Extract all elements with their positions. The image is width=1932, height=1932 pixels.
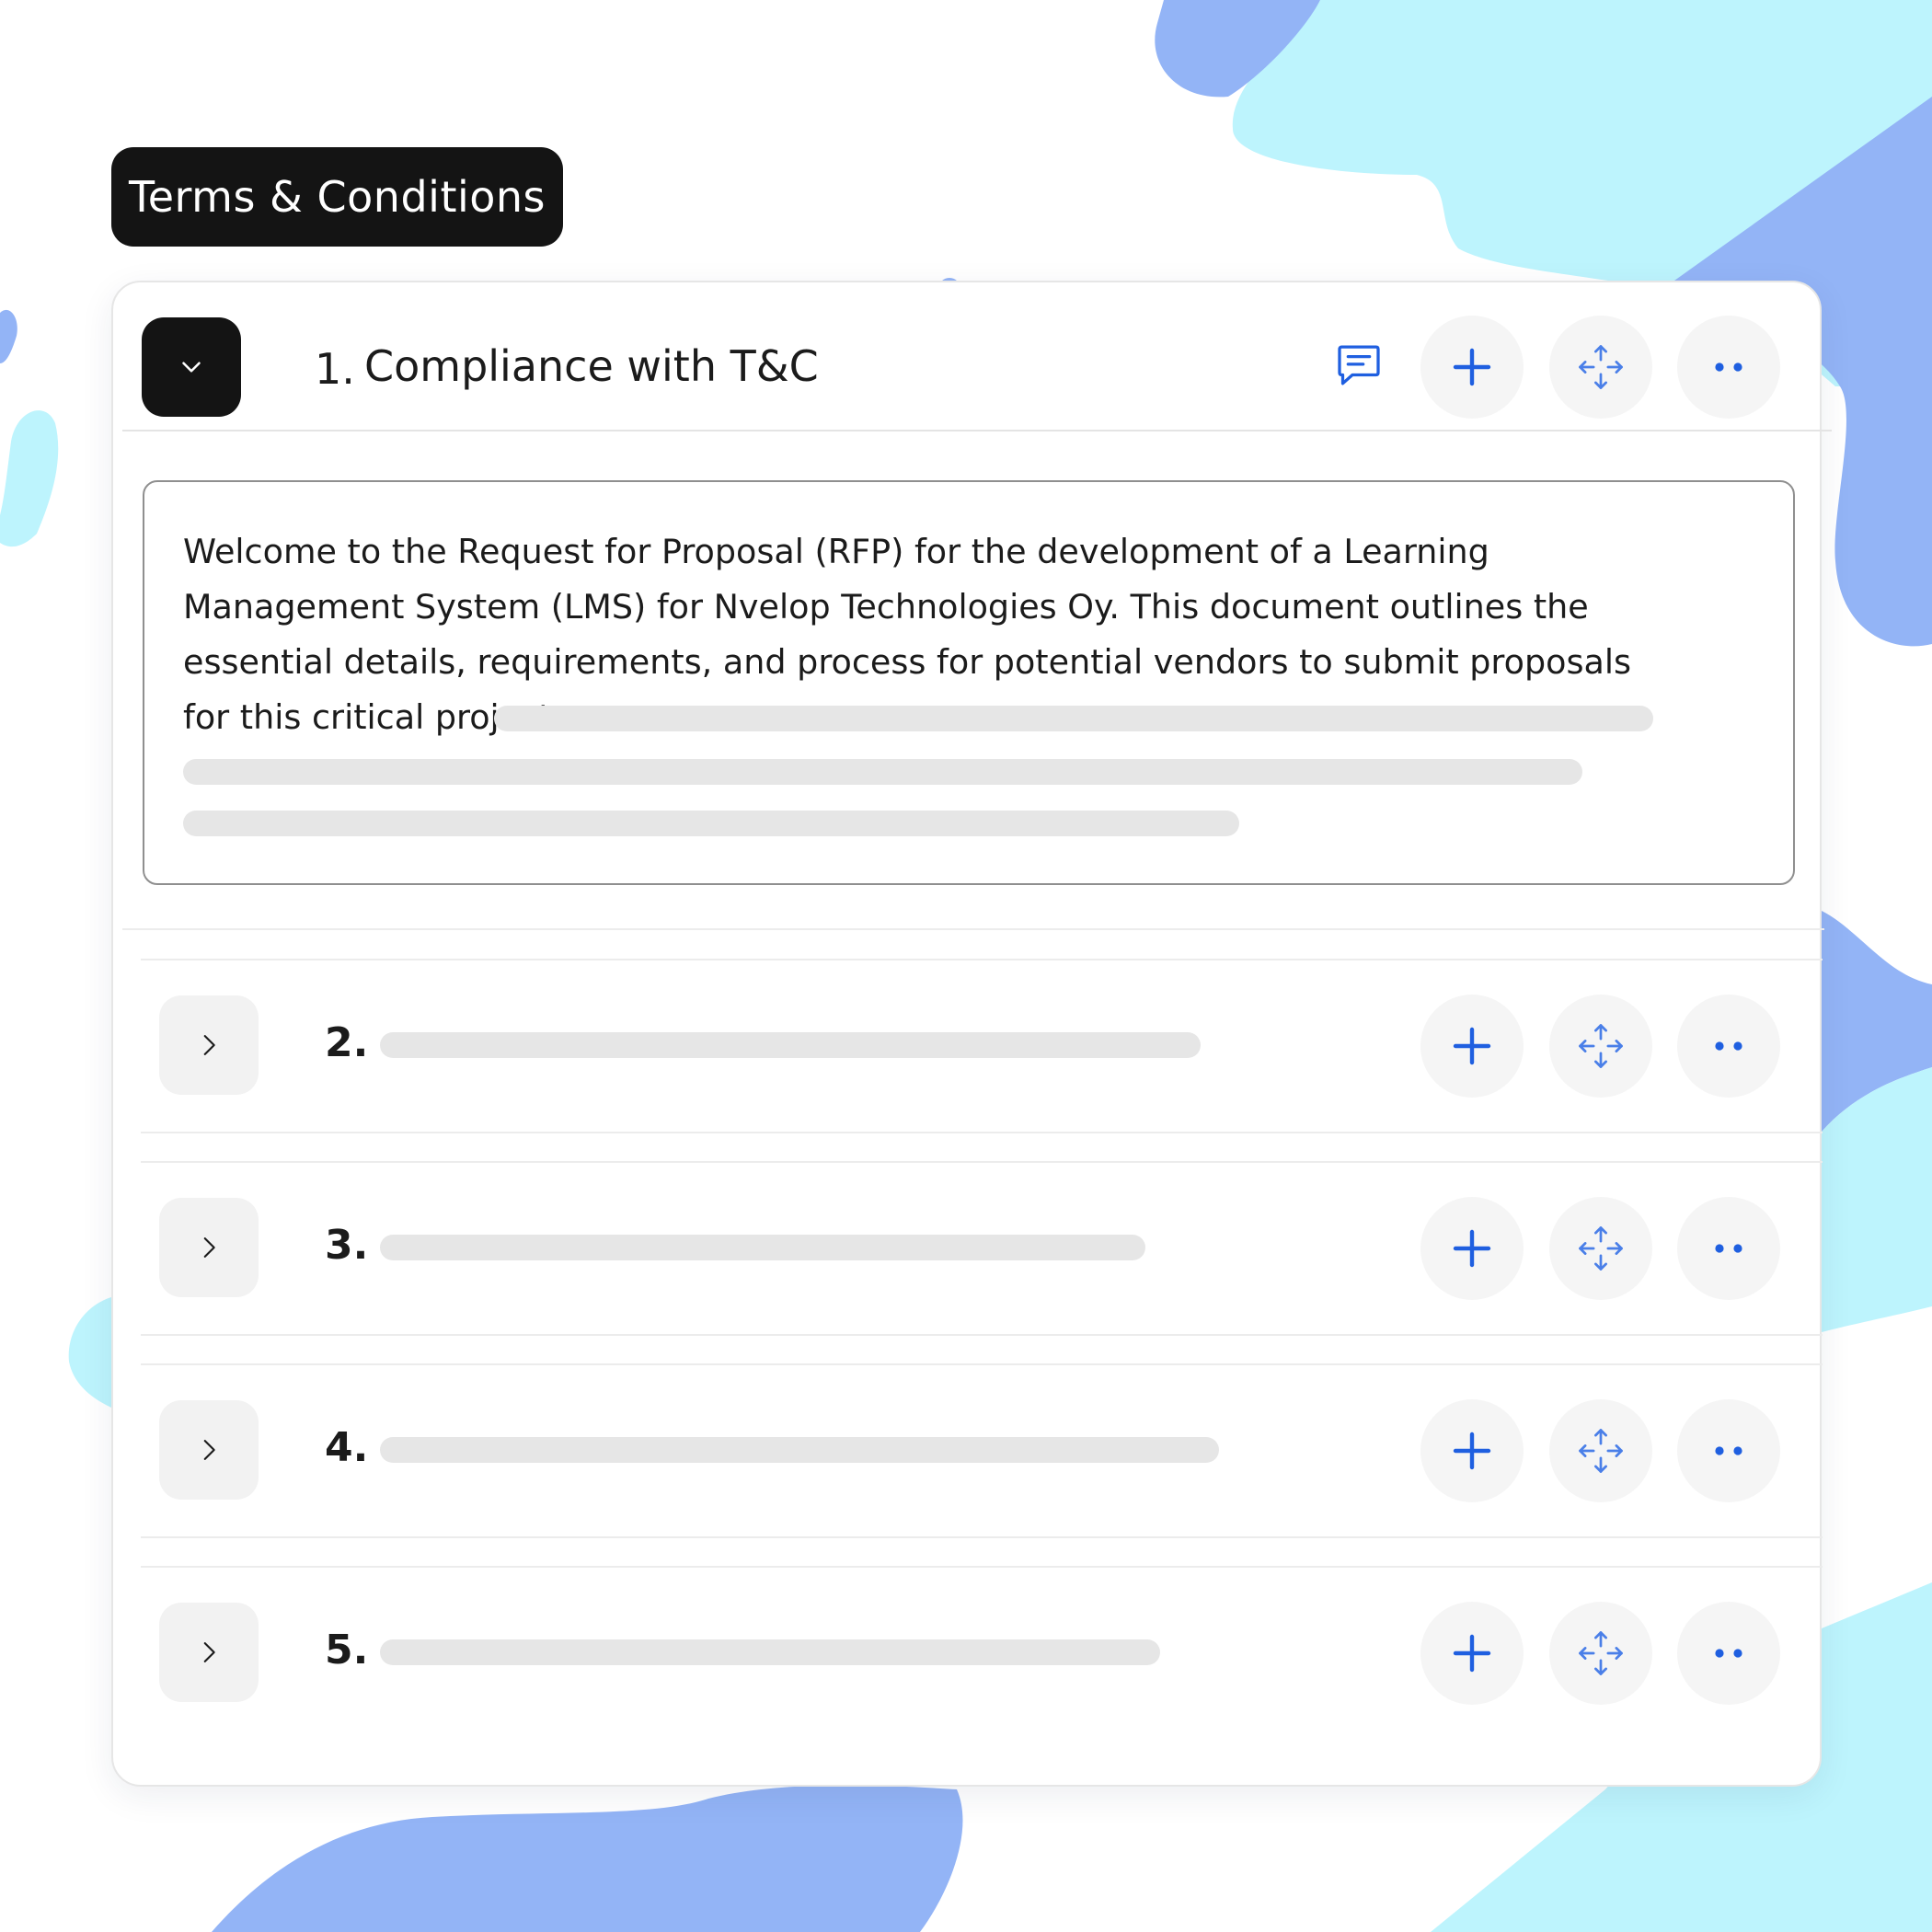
more-icon xyxy=(1715,1041,1742,1051)
more-options-button[interactable] xyxy=(1677,995,1780,1098)
text-placeholder-line xyxy=(183,759,1582,785)
move-button[interactable] xyxy=(1549,316,1652,419)
divider xyxy=(122,928,1824,930)
move-icon xyxy=(1579,1429,1623,1473)
chevron-down-icon xyxy=(182,362,201,373)
more-options-button[interactable] xyxy=(1677,1399,1780,1502)
more-icon xyxy=(1715,362,1742,372)
section-number: 4. xyxy=(325,1424,369,1471)
more-icon xyxy=(1715,1244,1742,1253)
comment-icon xyxy=(1338,345,1380,385)
chevron-right-icon xyxy=(203,1440,215,1460)
more-options-button[interactable] xyxy=(1677,316,1780,419)
text-placeholder-line xyxy=(494,706,1653,731)
add-button[interactable] xyxy=(1420,1399,1524,1502)
section-row: 4. xyxy=(141,1363,1823,1538)
chevron-right-icon xyxy=(203,1035,215,1055)
section-number: 5. xyxy=(325,1627,369,1673)
chevron-right-icon xyxy=(203,1642,215,1662)
move-icon xyxy=(1579,1024,1623,1068)
page-title: Terms & Conditions xyxy=(128,172,546,222)
comment-button[interactable] xyxy=(1328,335,1389,396)
expand-toggle-button[interactable] xyxy=(159,995,259,1095)
section-number: 2. xyxy=(325,1019,369,1066)
title-placeholder xyxy=(380,1235,1145,1260)
move-button[interactable] xyxy=(1549,1197,1652,1300)
page-title-chip: Terms & Conditions xyxy=(111,147,563,247)
plus-icon xyxy=(1453,1027,1491,1065)
title-placeholder xyxy=(380,1032,1201,1058)
move-icon xyxy=(1579,345,1623,389)
section-row: 5. xyxy=(141,1566,1823,1741)
expand-toggle-button[interactable] xyxy=(159,1198,259,1297)
more-options-button[interactable] xyxy=(1677,1197,1780,1300)
section-body-textbox[interactable]: Welcome to the Request for Proposal (RFP… xyxy=(143,480,1795,885)
add-button[interactable] xyxy=(1420,995,1524,1098)
chevron-right-icon xyxy=(203,1237,215,1258)
plus-icon xyxy=(1453,1229,1491,1268)
more-icon xyxy=(1715,1649,1742,1658)
section-number: 3. xyxy=(325,1222,369,1269)
cyan-blob-left xyxy=(0,410,59,547)
section-number: 1. xyxy=(315,344,355,394)
move-button[interactable] xyxy=(1549,1602,1652,1705)
section-1-header: 1. Compliance with T&C xyxy=(122,282,1832,431)
add-button[interactable] xyxy=(1420,1602,1524,1705)
title-placeholder xyxy=(380,1639,1160,1665)
expand-toggle-button[interactable] xyxy=(159,1603,259,1702)
plus-icon xyxy=(1453,1432,1491,1470)
section-title: Compliance with T&C xyxy=(364,341,819,391)
terms-card: 1. Compliance with T&C Welcome to the Re… xyxy=(111,281,1832,1787)
expand-toggle-button[interactable] xyxy=(159,1400,259,1500)
collapse-toggle-button[interactable] xyxy=(142,317,241,417)
more-options-button[interactable] xyxy=(1677,1602,1780,1705)
plus-icon xyxy=(1453,348,1491,386)
blue-blob-bottom xyxy=(212,1785,963,1932)
section-row: 2. xyxy=(141,959,1823,1133)
add-button[interactable] xyxy=(1420,1197,1524,1300)
cyan-blob-left-lower xyxy=(68,1297,111,1408)
plus-icon xyxy=(1453,1634,1491,1673)
move-icon xyxy=(1579,1226,1623,1271)
move-button[interactable] xyxy=(1549,1399,1652,1502)
move-icon xyxy=(1579,1631,1623,1675)
title-placeholder xyxy=(380,1437,1219,1463)
text-placeholder-line xyxy=(183,811,1239,836)
blue-blob-left-edge xyxy=(0,309,17,363)
more-icon xyxy=(1715,1446,1742,1455)
section-row: 3. xyxy=(141,1161,1823,1336)
move-button[interactable] xyxy=(1549,995,1652,1098)
add-button[interactable] xyxy=(1420,316,1524,419)
